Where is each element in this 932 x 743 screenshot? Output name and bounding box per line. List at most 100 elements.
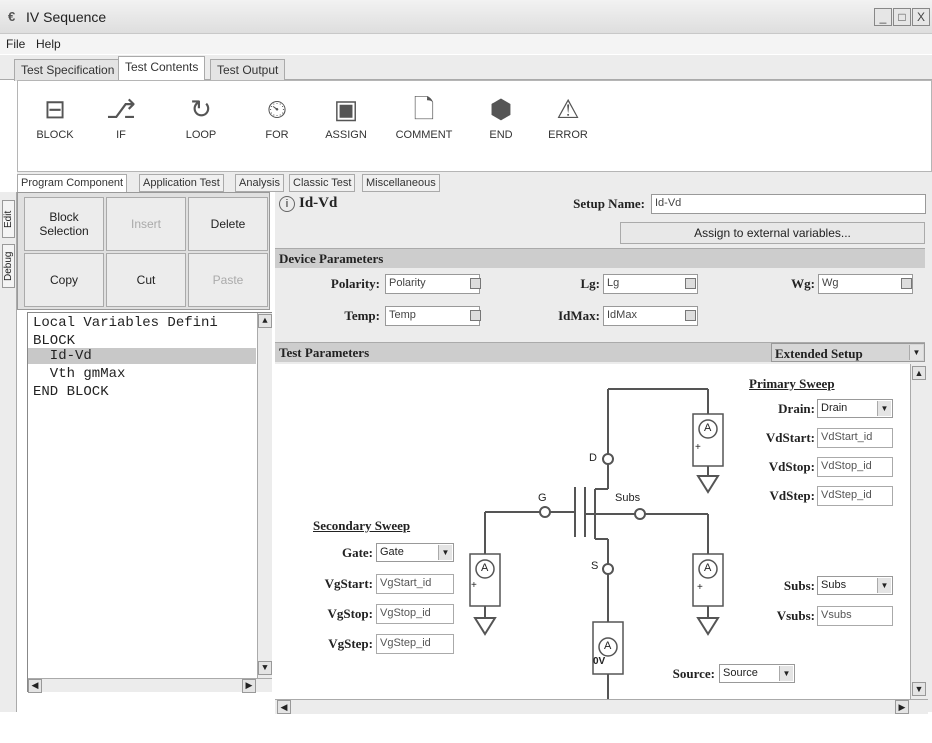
tab-test-output[interactable]: Test Output (210, 59, 286, 81)
close-button[interactable]: X (912, 8, 930, 26)
minimize-button[interactable]: _ (874, 8, 892, 26)
subs-value: Subs (821, 579, 847, 591)
gate-label: Gate: (341, 545, 373, 560)
vdstart-label: VdStart: (765, 430, 815, 445)
tree-item[interactable]: END BLOCK (33, 384, 109, 400)
drain-dropdown[interactable]: Drain ▼ (817, 399, 893, 418)
tool-label: FOR (265, 129, 289, 141)
plus-sign: + (695, 442, 701, 453)
scroll-right-button[interactable]: ▶ (895, 700, 909, 714)
tool-label: IF (116, 129, 126, 141)
scroll-left-button[interactable]: ◀ (28, 679, 42, 693)
tab-test-contents[interactable]: Test Contents (118, 56, 206, 81)
vgstop-label: VgStop: (327, 606, 373, 621)
drain-label: Drain: (778, 401, 815, 416)
tool-label: ASSIGN (325, 129, 367, 141)
lg-input[interactable]: Lg (603, 274, 698, 294)
tab-debug[interactable]: Debug (2, 244, 15, 288)
tab-test-specification[interactable]: Test Specification (14, 59, 122, 81)
tab-miscellaneous[interactable]: Miscellaneous (362, 174, 440, 192)
insert-button[interactable]: Insert (106, 197, 186, 251)
wg-label: Wg: (791, 276, 815, 291)
setup-name-label: Setup Name: (573, 196, 645, 211)
copy-button[interactable]: Copy (24, 253, 104, 307)
scroll-up-button[interactable]: ▲ (912, 366, 926, 380)
tool-if[interactable]: ⎇ IF (86, 89, 156, 141)
source-ammeter: A (604, 640, 612, 652)
chevron-down-icon: ▼ (877, 401, 891, 416)
tab-edit[interactable]: Edit (2, 200, 15, 238)
variable-button[interactable] (470, 278, 481, 289)
vdstep-input[interactable]: VdStep_id (817, 486, 893, 506)
variable-button[interactable] (685, 278, 696, 289)
vgstart-input[interactable]: VgStart_id (376, 574, 454, 594)
canvas-horizontal-scrollbar[interactable]: ◀ ▶ (275, 699, 928, 714)
scroll-right-button[interactable]: ▶ (242, 679, 256, 693)
tool-for[interactable]: ⏲ FOR (242, 89, 312, 141)
tab-application-test[interactable]: Application Test (139, 174, 224, 192)
setup-title: Id-Vd (299, 195, 338, 211)
chevron-down-icon: ▼ (877, 578, 891, 593)
wg-input[interactable]: Wg (818, 274, 913, 294)
tree-item-selected[interactable]: Id-Vd (28, 348, 256, 364)
gate-value: Gate (380, 546, 404, 558)
menu-file[interactable]: File (6, 37, 25, 51)
source-dropdown[interactable]: Source ▼ (719, 664, 795, 683)
tree-horizontal-scrollbar[interactable]: ◀ ▶ (28, 678, 272, 693)
subs-dropdown[interactable]: Subs ▼ (817, 576, 893, 595)
scroll-left-button[interactable]: ◀ (277, 700, 291, 714)
scroll-up-button[interactable]: ▲ (258, 314, 272, 328)
vdstop-input[interactable]: VdStop_id (817, 457, 893, 477)
setup-name-input[interactable]: Id-Vd (651, 194, 926, 214)
polarity-input[interactable]: Polarity (385, 274, 480, 294)
tab-analysis[interactable]: Analysis (235, 174, 284, 192)
drain-ammeter: A (704, 422, 712, 434)
title-bar: € IV Sequence _ □ X (0, 0, 932, 34)
scroll-down-button[interactable]: ▼ (258, 661, 272, 675)
variable-button[interactable] (685, 310, 696, 321)
maximize-button[interactable]: □ (893, 8, 911, 26)
menu-help[interactable]: Help (36, 37, 61, 51)
variable-button[interactable] (901, 278, 912, 289)
edit-button-grid: Block Selection Insert Delete Copy Cut P… (17, 192, 270, 310)
tool-comment[interactable]: 🗋 COMMENT (389, 89, 459, 141)
source-voltage-label: 0V (593, 656, 606, 667)
delete-button[interactable]: Delete (188, 197, 268, 251)
canvas-vertical-scrollbar[interactable]: ▲ ▼ (910, 364, 928, 699)
tool-loop[interactable]: ↻ LOOP (166, 89, 236, 141)
assign-external-button[interactable]: Assign to external variables... (620, 222, 925, 244)
idmax-input[interactable]: IdMax (603, 306, 698, 326)
tool-assign[interactable]: ▣ ASSIGN (311, 89, 381, 141)
extended-setup-dropdown[interactable]: Extended Setup ▼ (771, 343, 925, 362)
if-icon: ⎇ (106, 94, 136, 124)
tree-item[interactable]: Local Variables Defini (33, 315, 218, 331)
block-selection-button[interactable]: Block Selection (24, 197, 104, 251)
temp-input[interactable]: Temp (385, 306, 480, 326)
tree-item[interactable]: BLOCK (33, 333, 75, 349)
tab-program-component[interactable]: Program Component (17, 174, 128, 192)
paste-button[interactable]: Paste (188, 253, 268, 307)
tool-block[interactable]: ⊟ BLOCK (20, 89, 90, 141)
subs-label: Subs: (783, 578, 815, 593)
plus-sign: + (697, 582, 703, 593)
cut-button[interactable]: Cut (106, 253, 186, 307)
error-icon: ⚠ (556, 94, 580, 124)
tab-classic-test[interactable]: Classic Test (289, 174, 356, 192)
vsubs-input[interactable]: Vsubs (817, 606, 893, 626)
secondary-sweep-title: Secondary Sweep (313, 518, 411, 533)
variable-button[interactable] (470, 310, 481, 321)
chevron-down-icon: ▼ (909, 345, 923, 360)
scroll-down-button[interactable]: ▼ (912, 682, 926, 696)
tool-error[interactable]: ⚠ ERROR (533, 89, 603, 141)
vdstart-input[interactable]: VdStart_id (817, 428, 893, 448)
vsubs-label: Vsubs: (776, 608, 815, 623)
gate-dropdown[interactable]: Gate ▼ (376, 543, 454, 562)
primary-sweep-title: Primary Sweep (749, 376, 835, 391)
gate-ammeter: A (481, 562, 489, 574)
tree-vertical-scrollbar[interactable]: ▲ ▼ (257, 313, 272, 678)
vgstop-input[interactable]: VgStop_id (376, 604, 454, 624)
window-title: IV Sequence (26, 9, 107, 25)
tree-item[interactable]: Vth gmMax (33, 366, 126, 382)
tool-end[interactable]: ⬢ END (466, 89, 536, 141)
vgstep-input[interactable]: VgStep_id (376, 634, 454, 654)
